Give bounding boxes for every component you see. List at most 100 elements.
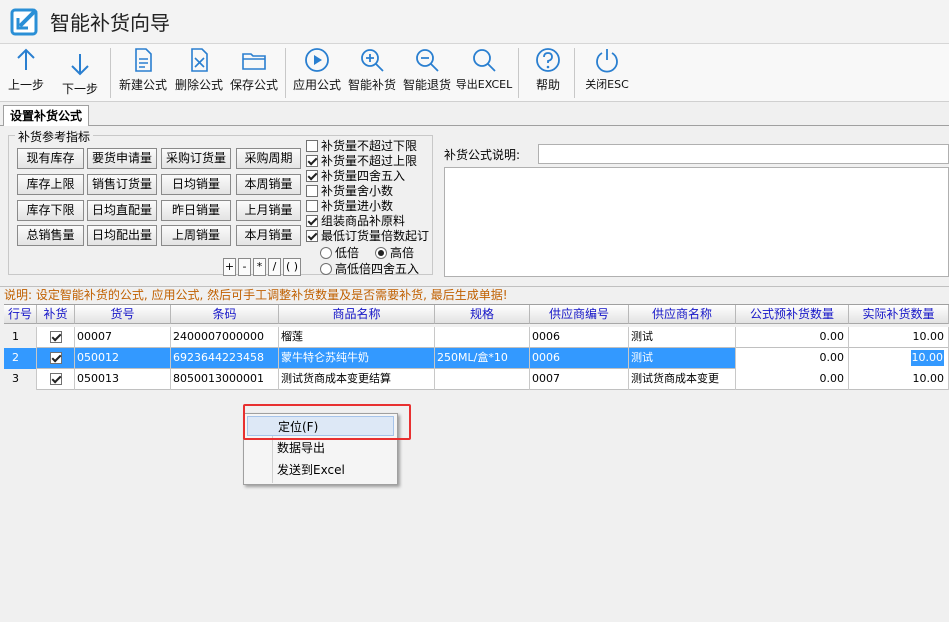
formula-textarea[interactable] <box>444 167 949 277</box>
table-row[interactable]: 3 050013 8050013000001 测试货商成本变更结算 0007 测… <box>4 369 949 390</box>
radio-round-multiple[interactable]: 高低倍四舍五入 <box>320 261 419 276</box>
column-header[interactable]: 行号 <box>4 305 37 324</box>
option-checkbox[interactable]: 补货量不超过上限 <box>306 153 417 168</box>
toolbar-separator <box>110 48 111 98</box>
zoom-in-icon <box>361 49 384 72</box>
indicator-button[interactable]: 日均配出量 <box>87 225 157 246</box>
indicator-button[interactable]: 日均直配量 <box>87 200 157 221</box>
apply-formula-button[interactable]: 应用公式 <box>290 46 344 100</box>
indicator-button[interactable]: 库存上限 <box>17 174 84 195</box>
hint-text: 说明: 设定智能补货的公式, 应用公式, 然后可手工调整补货数量及是否需要补货,… <box>0 286 949 303</box>
new-formula-button[interactable]: 新建公式 <box>116 46 170 100</box>
column-header[interactable]: 供应商编号 <box>530 305 629 324</box>
zoom-out-icon <box>416 49 439 72</box>
option-checkbox[interactable]: 补货量舍小数 <box>306 183 393 198</box>
indicator-button[interactable]: 本周销量 <box>236 174 301 195</box>
radio-circle[interactable] <box>320 246 332 259</box>
checkbox-box[interactable] <box>306 184 318 197</box>
table-row-selected[interactable]: 2 050012 6923644223458 蒙牛特仑苏纯牛奶 250ML/盒*… <box>4 348 949 369</box>
help-icon <box>536 48 560 72</box>
toolbar-separator <box>285 48 286 98</box>
radio-circle[interactable] <box>320 262 332 275</box>
option-checkbox[interactable]: 补货量四舍五入 <box>306 168 405 183</box>
operator-parens-button[interactable]: ( ) <box>283 258 301 276</box>
replenish-checkbox-cell[interactable] <box>37 369 75 390</box>
arrow-down-icon <box>71 54 89 76</box>
arrow-up-icon <box>17 48 35 70</box>
radio-low-multiple[interactable]: 低倍 <box>320 245 359 260</box>
context-menu-send-excel[interactable]: 发送到Excel <box>247 460 394 480</box>
formula-desc-label: 补货公式说明: <box>444 148 521 162</box>
save-formula-button[interactable]: 保存公式 <box>227 46 281 100</box>
toolbar: 上一步 下一步 新建公式 删除公式 保存公式 应用公式 智能补货 智能退货 导出… <box>0 44 949 102</box>
smart-return-button[interactable]: 智能退货 <box>400 46 454 100</box>
operator-divide-button[interactable]: / <box>268 258 281 276</box>
next-step-button[interactable]: 下一步 <box>58 50 102 104</box>
column-header[interactable]: 补货 <box>37 305 75 324</box>
power-icon <box>596 49 618 73</box>
indicator-button[interactable]: 昨日销量 <box>161 200 231 221</box>
option-checkbox[interactable]: 最低订货量倍数起订 <box>306 228 429 243</box>
indicator-button[interactable]: 采购周期 <box>236 148 301 169</box>
checkbox-box[interactable] <box>306 199 318 212</box>
checkbox-box[interactable] <box>306 139 318 152</box>
actual-qty-editor[interactable]: 10.00 <box>849 348 949 369</box>
formula-panel: 补货参考指标 现有库存 要货申请量 采购订货量 采购周期 库存上限 销售订货量 … <box>0 126 949 286</box>
column-header[interactable]: 规格 <box>435 305 530 324</box>
column-header[interactable]: 商品名称 <box>279 305 435 324</box>
indicator-button[interactable]: 要货申请量 <box>87 148 157 169</box>
export-excel-button[interactable]: 导出EXCEL <box>454 46 514 100</box>
toolbar-separator <box>518 48 519 98</box>
column-header[interactable]: 供应商名称 <box>629 305 736 324</box>
indicator-button[interactable]: 现有库存 <box>17 148 84 169</box>
replenish-grid: 行号 补货 货号 条码 商品名称 规格 供应商编号 供应商名称 公式预补货数量 … <box>4 304 949 622</box>
row-checkbox[interactable] <box>50 373 62 385</box>
indicator-button[interactable]: 上周销量 <box>161 225 231 246</box>
checkbox-box[interactable] <box>306 214 318 227</box>
folder-icon <box>242 53 266 70</box>
indicator-button[interactable]: 采购订货量 <box>161 148 231 169</box>
checkbox-box[interactable] <box>306 154 318 167</box>
replenish-checkbox-cell[interactable] <box>37 327 75 348</box>
formula-desc-input[interactable] <box>538 144 949 164</box>
close-button[interactable]: 关闭ESC <box>582 46 632 100</box>
checkbox-box[interactable] <box>306 169 318 182</box>
option-checkbox[interactable]: 补货量不超过下限 <box>306 138 417 153</box>
tab-strip: 设置补货公式 <box>0 102 949 127</box>
highlight-box <box>243 404 411 440</box>
context-menu-export-data[interactable]: 数据导出 <box>247 438 394 458</box>
smart-replenish-button[interactable]: 智能补货 <box>345 46 399 100</box>
indicator-button[interactable]: 上月销量 <box>236 200 301 221</box>
tab-formula-settings[interactable]: 设置补货公式 <box>3 105 90 127</box>
operator-multiply-button[interactable]: * <box>253 258 266 276</box>
help-button[interactable]: 帮助 <box>528 46 568 100</box>
indicator-button[interactable]: 日均销量 <box>161 174 231 195</box>
column-header[interactable]: 货号 <box>75 305 171 324</box>
toolbar-separator <box>574 48 575 98</box>
option-checkbox[interactable]: 组装商品补原料 <box>306 213 405 228</box>
column-header[interactable]: 实际补货数量 <box>849 305 949 324</box>
search-icon <box>473 49 496 72</box>
window-title: 智能补货向导 <box>50 11 170 35</box>
option-checkbox[interactable]: 补货量进小数 <box>306 198 393 213</box>
indicator-button[interactable]: 销售订货量 <box>87 174 157 195</box>
row-checkbox[interactable] <box>50 352 62 364</box>
checkbox-box[interactable] <box>306 229 318 242</box>
delete-formula-button[interactable]: 删除公式 <box>172 46 226 100</box>
indicator-button[interactable]: 总销售量 <box>17 225 84 246</box>
indicator-button[interactable]: 本月销量 <box>236 225 301 246</box>
operator-plus-button[interactable]: + <box>223 258 236 276</box>
radio-circle[interactable] <box>375 246 387 259</box>
row-checkbox[interactable] <box>50 331 62 343</box>
replenish-checkbox-cell[interactable] <box>37 348 75 369</box>
delete-document-icon <box>191 48 208 72</box>
prev-step-button[interactable]: 上一步 <box>6 46 46 100</box>
radio-high-multiple[interactable]: 高倍 <box>375 245 414 260</box>
column-header[interactable]: 条码 <box>171 305 279 324</box>
table-row[interactable]: 1 00007 2400007000000 榴莲 0006 测试 0.00 10… <box>4 327 949 348</box>
indicator-button[interactable]: 库存下限 <box>17 200 84 221</box>
column-header[interactable]: 公式预补货数量 <box>736 305 849 324</box>
indicator-group-title: 补货参考指标 <box>15 128 94 145</box>
new-document-icon <box>135 48 152 72</box>
operator-minus-button[interactable]: - <box>238 258 251 276</box>
